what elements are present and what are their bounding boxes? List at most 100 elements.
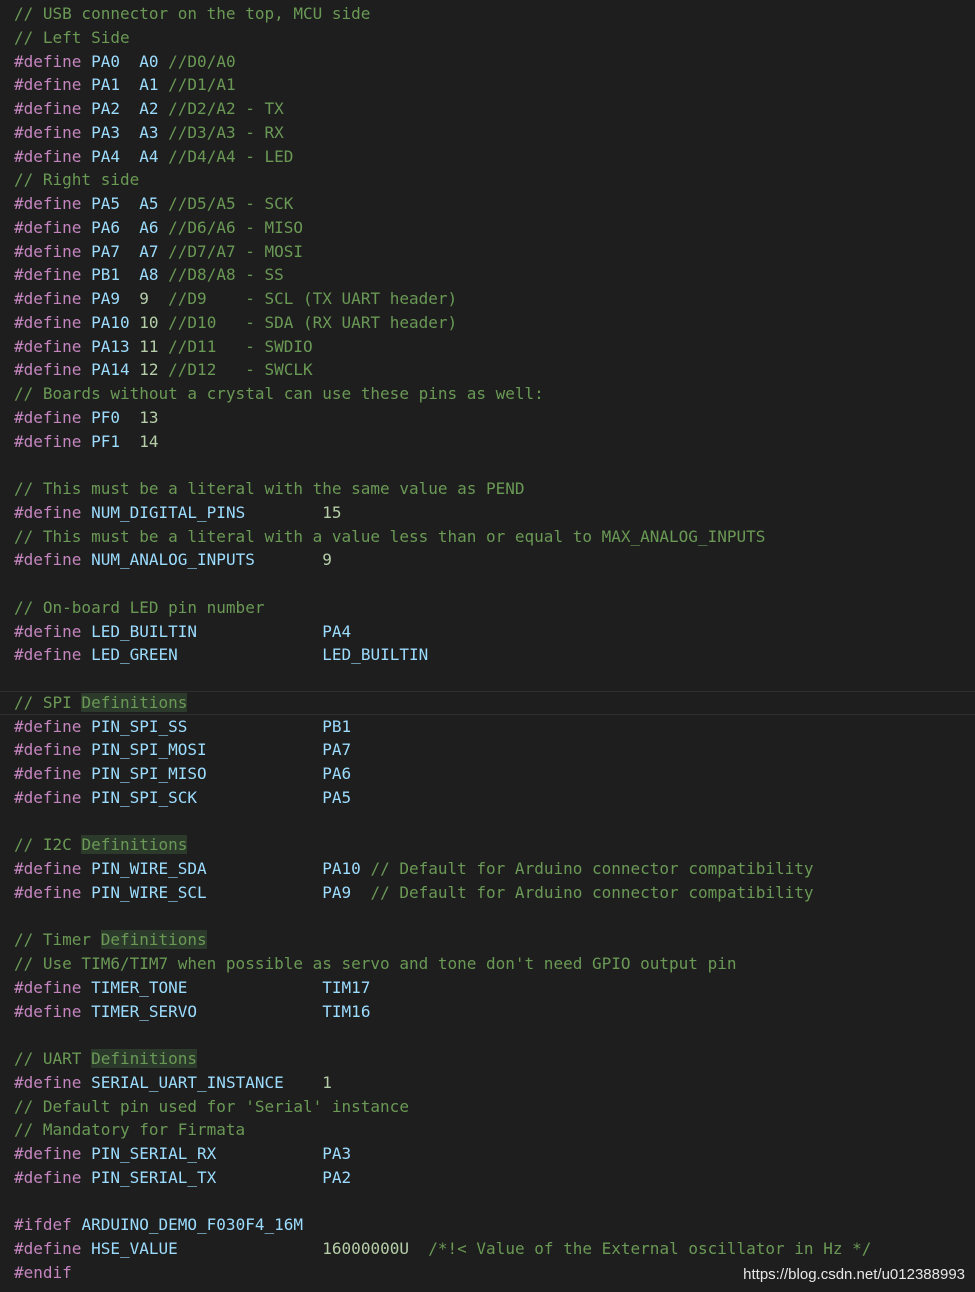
code-token-number: 9 [139, 289, 149, 308]
code-line: #define NUM_DIGITAL_PINS 15 [14, 501, 975, 525]
code-token-value [361, 859, 371, 878]
code-line: #define LED_BUILTIN PA4 [14, 620, 975, 644]
code-token-value [120, 408, 139, 427]
code-token-value [81, 1168, 91, 1187]
code-token-value [81, 289, 91, 308]
code-line: #define PA0 A0 //D0/A0 [14, 50, 975, 74]
code-line: #ifdef ARDUINO_DEMO_F030F4_16M [14, 1213, 975, 1237]
code-token-keyword: #define [14, 859, 82, 878]
code-token-number: 11 [139, 336, 159, 356]
code-token-ident: PA2 [91, 99, 120, 118]
code-token-value [197, 1002, 322, 1021]
code-token-keyword: #define [14, 1072, 82, 1092]
code-line: // Left Side [14, 26, 975, 50]
code-token-value [197, 622, 322, 641]
code-token-value [159, 147, 169, 166]
code-token-ident: A4 [139, 146, 159, 166]
code-token-value [81, 1239, 91, 1258]
code-token-value [159, 218, 169, 237]
code-line: #define PB1 A8 //D8/A8 - SS [14, 263, 975, 287]
code-token-keyword: #define [14, 194, 82, 213]
code-token-ident: PB1 [322, 716, 352, 736]
code-token-value [81, 242, 91, 261]
code-token-number: 13 [139, 407, 159, 427]
code-line: // This must be a literal with a value l… [14, 525, 975, 549]
code-token-number: 12 [139, 360, 159, 380]
code-line: // USB connector on the top, MCU side [14, 2, 975, 26]
code-token-comment: // Timer [14, 930, 101, 950]
code-token-keyword: #define [14, 217, 82, 237]
code-token-comment: // This must be a literal with the same … [14, 479, 525, 498]
code-token-hlword: Definitions [81, 692, 188, 712]
code-token-ident: PA10 [91, 312, 130, 332]
code-token-ident: PIN_SPI_MOSI [91, 740, 207, 760]
code-token-comment: //D9 - SCL (TX UART header) [168, 289, 458, 308]
code-editor[interactable]: // USB connector on the top, MCU side // … [0, 2, 975, 1285]
code-token-keyword: #ifdef [14, 1215, 72, 1235]
code-line: #define PA9 9 //D9 - SCL (TX UART header… [14, 287, 975, 311]
code-token-comment: // Use TIM6/TIM7 when possible as servo … [14, 954, 737, 973]
code-token-value [81, 75, 91, 94]
code-token-value [130, 337, 140, 356]
code-token-comment: // On-board LED pin number [14, 597, 265, 617]
code-token-value [207, 740, 323, 759]
code-token-number: 9 [322, 550, 332, 570]
code-token-value [120, 432, 139, 451]
code-token-value [120, 194, 139, 213]
code-token-ident: PIN_WIRE_SCL [91, 882, 207, 902]
code-line: #define LED_GREEN LED_BUILTIN [14, 643, 975, 667]
code-token-ident: PA9 [322, 882, 352, 902]
code-token-value [81, 408, 91, 427]
code-token-keyword: #define [14, 1144, 82, 1163]
code-token-comment: //D6/A6 - MISO [168, 217, 304, 237]
code-token-ident: TIM16 [322, 1001, 371, 1021]
code-token-value [81, 360, 91, 379]
code-line: #define PF0 13 [14, 406, 975, 430]
code-token-ident: SERIAL_UART_INSTANCE [91, 1072, 284, 1092]
code-token-value [81, 764, 91, 783]
code-token-hlword: Definitions [81, 835, 188, 855]
code-token-ident: PA6 [322, 764, 352, 783]
code-token-ident: PA3 [322, 1144, 352, 1163]
code-token-ident: HSE_VALUE [91, 1239, 178, 1258]
code-token-keyword: #define [14, 312, 82, 332]
code-token-keyword: #define [14, 265, 82, 285]
code-line: // Default pin used for 'Serial' instanc… [14, 1095, 975, 1119]
code-token-value [409, 1239, 428, 1258]
code-token-ident: PA10 [322, 859, 361, 878]
code-line: #define PIN_SERIAL_TX PA2 [14, 1166, 975, 1190]
code-token-comment: //D8/A8 - SS [168, 265, 284, 285]
code-token-comment: // Right side [14, 170, 140, 190]
code-token-ident: LED_BUILTIN [322, 645, 429, 665]
code-token-ident: PIN_SPI_MISO [91, 764, 207, 783]
code-token-comment: //D1/A1 [168, 75, 236, 95]
code-line: #define PA3 A3 //D3/A3 - RX [14, 121, 975, 145]
code-line: // On-board LED pin number [14, 596, 975, 620]
code-token-value [120, 75, 139, 94]
code-token-keyword: #define [14, 502, 82, 522]
code-token-ident: PIN_SPI_SCK [91, 787, 198, 807]
code-line: // SPI Definitions [0, 690, 975, 715]
code-line: // Timer Definitions [14, 928, 975, 952]
code-token-comment: /*!< Value of the External oscillator in… [428, 1239, 872, 1258]
code-line: #define PIN_SPI_MISO PA6 [14, 762, 975, 786]
code-token-number: 10 [139, 312, 159, 332]
code-token-comment: //D12 - SWCLK [168, 360, 313, 380]
code-token-ident: A3 [139, 122, 159, 142]
code-token-keyword: #endif [14, 1262, 72, 1282]
code-line: // Mandatory for Firmata [14, 1118, 975, 1142]
code-token-value [81, 99, 91, 118]
code-token-comment: // USB connector on the top, MCU side [14, 4, 371, 23]
code-line: #define NUM_ANALOG_INPUTS 9 [14, 548, 975, 572]
code-line: #define PIN_SERIAL_RX PA3 [14, 1142, 975, 1166]
code-token-comment: //D0/A0 [168, 51, 236, 71]
code-token-keyword: #define [14, 241, 82, 261]
code-token-value [149, 289, 168, 308]
code-token-ident: PIN_SERIAL_RX [91, 1144, 217, 1163]
code-token-value [120, 242, 139, 261]
code-token-value [81, 622, 91, 641]
